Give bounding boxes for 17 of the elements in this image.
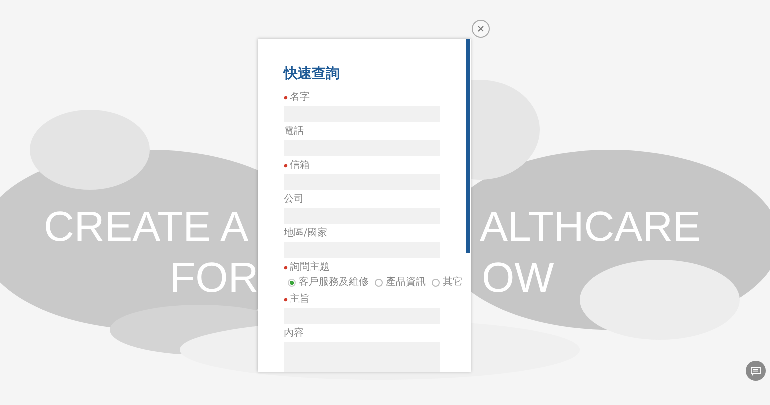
field-label: 名字 bbox=[290, 92, 310, 104]
field-label: 電話 bbox=[284, 126, 304, 138]
field-label: 主旨 bbox=[290, 294, 310, 306]
field-label: 詢問主題 bbox=[290, 262, 330, 274]
field-label: 公司 bbox=[284, 194, 304, 206]
radio-option[interactable]: 客戶服務及維修 bbox=[288, 277, 369, 289]
field-label: 地區/國家 bbox=[284, 228, 328, 240]
dialog-title: 快速查詢 bbox=[284, 65, 341, 83]
chat-icon bbox=[751, 366, 761, 376]
radio-option[interactable]: 產品資訊 bbox=[375, 277, 426, 289]
close-icon bbox=[478, 26, 484, 32]
scrollbar[interactable] bbox=[466, 39, 470, 253]
field-label: 內容 bbox=[284, 328, 304, 340]
hero-heading: ALTHCARE bbox=[480, 204, 701, 250]
hero-heading: OW bbox=[482, 255, 554, 301]
radio-option[interactable]: 其它 bbox=[432, 277, 463, 289]
field-label: 信箱 bbox=[290, 160, 310, 172]
